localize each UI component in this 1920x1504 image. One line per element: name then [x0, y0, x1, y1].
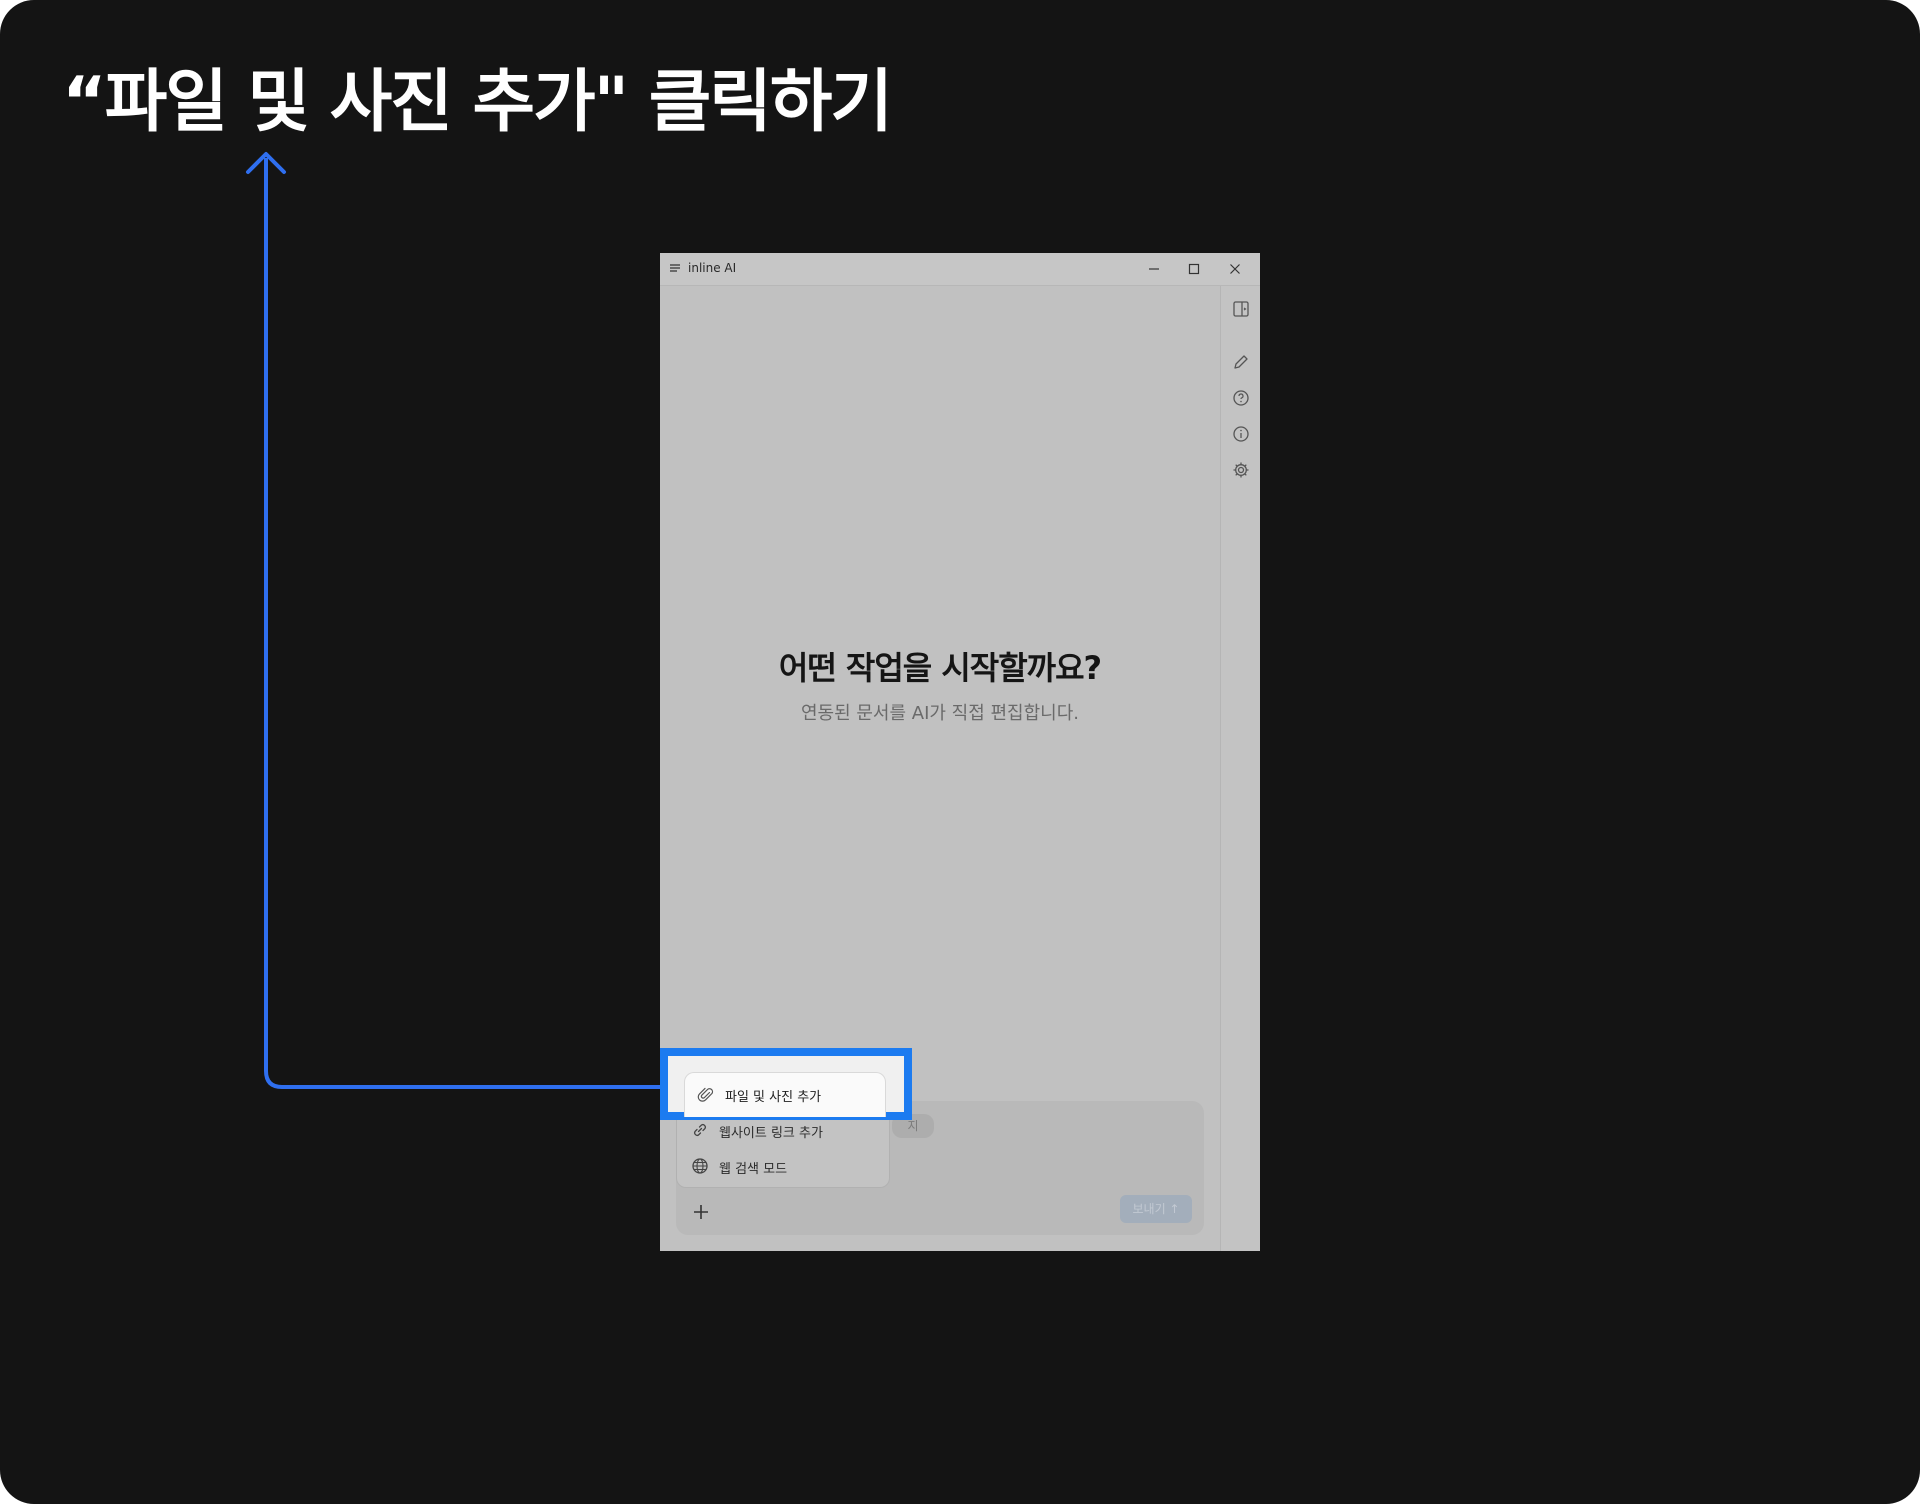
panel-toggle-icon[interactable] [1231, 299, 1251, 319]
globe-icon [692, 1158, 708, 1174]
right-sidebar [1220, 286, 1260, 1251]
minimize-icon[interactable] [1146, 261, 1162, 277]
plus-icon[interactable] [690, 1201, 712, 1223]
hamburger-icon[interactable] [669, 262, 681, 274]
window-title: inline AI [688, 261, 737, 275]
link-icon [694, 1124, 706, 1136]
title-bar: inline AI [660, 253, 1260, 286]
arrow-up-icon: ↑ [1169, 1202, 1180, 1216]
menu-item-label: 파일 및 사진 추가 [725, 1090, 822, 1105]
gear-icon[interactable] [1231, 460, 1251, 480]
send-button[interactable]: 보내기 ↑ [1120, 1195, 1192, 1223]
highlighted-menu-item[interactable]: 파일 및 사진 추가 [684, 1072, 886, 1117]
main-heading: 어떤 작업을 시작할까요? [778, 649, 1102, 687]
pencil-icon[interactable] [1231, 352, 1251, 372]
send-label: 보내기 [1132, 1202, 1166, 1216]
paperclip-icon [697, 1087, 714, 1102]
main-subheading: 연동된 문서를 AI가 직접 편집합니다. [800, 703, 1080, 724]
menu-item-label: 웹 검색 모드 [719, 1162, 788, 1177]
tutorial-canvas: “파일 및 사진 추가" 클릭하기 inline AI 어떤 작업을 시작할까요… [0, 0, 1920, 1504]
menu-item-label: 웹사이트 링크 추가 [719, 1126, 823, 1141]
maximize-icon[interactable] [1186, 261, 1202, 277]
close-icon[interactable] [1227, 261, 1243, 277]
info-circle-icon[interactable] [1231, 424, 1251, 444]
highlight-box: 파일 및 사진 추가 [660, 1048, 912, 1120]
menu-item-web-search[interactable]: 웹 검색 모드 [677, 1149, 889, 1183]
help-circle-icon[interactable] [1231, 388, 1251, 408]
